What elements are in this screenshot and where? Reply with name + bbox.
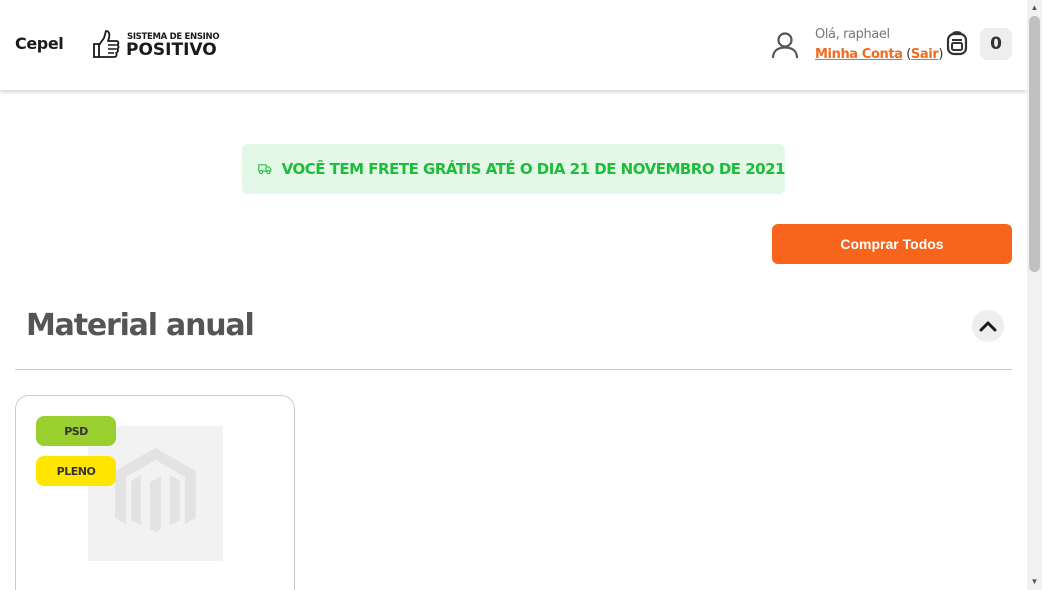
badge-psd: PSD — [36, 416, 116, 446]
badge-pleno: PLENO — [36, 456, 116, 486]
chevron-up-icon — [979, 321, 997, 332]
thumbs-up-icon — [93, 30, 120, 58]
scrollbar-thumb[interactable] — [1029, 16, 1040, 272]
vertical-scrollbar[interactable]: ▲ ▼ — [1027, 0, 1042, 590]
logout-link[interactable]: Sair — [911, 47, 939, 62]
buy-all-button[interactable]: Comprar Todos — [772, 224, 1012, 264]
brand-title: POSITIVO — [126, 40, 217, 60]
positivo-logo[interactable]: SISTEMA DE ENSINO POSITIVO — [88, 27, 220, 63]
backpack-icon[interactable] — [946, 30, 968, 56]
greeting-text: Olá, raphael — [815, 27, 890, 42]
scroll-up-arrow-icon[interactable]: ▲ — [1027, 2, 1042, 14]
product-image[interactable] — [88, 426, 223, 561]
paren-close: ) — [938, 47, 943, 62]
magento-placeholder-icon — [115, 448, 196, 532]
collapse-section-button[interactable] — [972, 310, 1004, 342]
site-header: Cepel SISTEMA DE ENSINO POSITIVO Olá, ra… — [0, 0, 1027, 90]
product-card[interactable]: PSD PLENO — [15, 395, 295, 590]
my-account-link[interactable]: Minha Conta — [815, 47, 903, 62]
section-divider — [15, 369, 1012, 370]
section-title: Material anual — [26, 308, 255, 343]
cart-count-badge[interactable]: 0 — [980, 28, 1012, 60]
free-shipping-banner: VOCÊ TEM FRETE GRÁTIS ATÉ O DIA 21 DE NO… — [242, 144, 786, 194]
account-links: Minha Conta (Sair) — [815, 47, 943, 62]
truck-icon — [258, 164, 272, 175]
free-shipping-text: VOCÊ TEM FRETE GRÁTIS ATÉ O DIA 21 DE NO… — [281, 160, 786, 178]
user-icon[interactable] — [771, 31, 799, 59]
school-name: Cepel — [15, 34, 64, 53]
scroll-down-arrow-icon[interactable]: ▼ — [1027, 576, 1042, 588]
